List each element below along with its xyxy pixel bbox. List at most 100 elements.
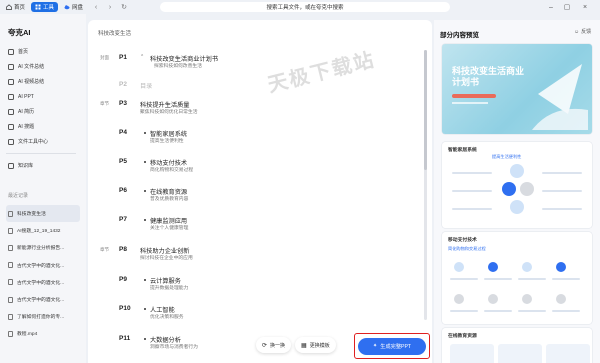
document-icon (8, 210, 13, 217)
preview-title: 部分内容预览 (440, 32, 479, 39)
outline-subtitle[interactable]: 聚焦科技如何优化日常生活 (140, 108, 198, 115)
history-item[interactable]: 了解如何打造你的专... (6, 308, 80, 325)
feedback-icon: ☺ (574, 28, 580, 35)
slide-preview-mobile-pay[interactable]: 移动支付技术 简化购物和交易过程 (442, 232, 592, 324)
tab-home[interactable]: 首页 (2, 2, 29, 12)
history-item-label: 古代文学中的酒文化... (17, 263, 65, 269)
history-item-label: 新能源行业分析报告... (17, 246, 65, 252)
tab-tools[interactable]: 工具 (31, 2, 59, 12)
scrollbar-thumb[interactable] (424, 50, 427, 170)
home-icon (6, 4, 12, 10)
bullet-dot (144, 219, 146, 221)
slide-heading: 智能家居系统 (448, 148, 477, 153)
tab-cloud-drive[interactable]: 网盘 (60, 2, 87, 12)
history-item[interactable]: 新能源行业分析报告... (6, 239, 80, 256)
forward-button[interactable]: › (105, 2, 115, 12)
sidebar-item-label: AI 搜题 (18, 124, 35, 130)
page-number: P5 (119, 158, 127, 165)
back-button[interactable]: ‹ (91, 2, 101, 12)
cover-badge (452, 94, 496, 98)
sidebar-item-video-summary[interactable]: AI 视频总结 (6, 74, 80, 89)
video-file-icon (8, 330, 13, 337)
bullet-dot (144, 308, 146, 310)
history-item-label: 科技改变生活 (17, 212, 46, 218)
sidebar-item-label: 首页 (18, 49, 29, 55)
slide-preview-cover[interactable]: 科技改变生活商业计划书 (442, 44, 592, 134)
text-line (452, 172, 492, 174)
history-item[interactable]: 科技改变生活 (6, 205, 80, 223)
minimize-button[interactable]: – (546, 2, 556, 12)
history-item-label: 教程.mp4 (17, 332, 38, 338)
close-button[interactable]: × (580, 2, 590, 12)
collapse-caret-icon[interactable]: ⌃ (140, 54, 144, 60)
history-title: 最近记录 (8, 193, 29, 199)
outline-scrollbar[interactable] (424, 50, 427, 320)
text-line (542, 190, 582, 192)
outline-panel: 科技改变生活 天极下载站 封面 P1 ⌃ 科技改变生活商业计划书 探索科技如何改… (88, 20, 432, 363)
sidebar-item-resume[interactable]: AI 简历 (6, 104, 80, 119)
sidebar-item-label: AI 简历 (18, 109, 35, 115)
page-number: P3 (119, 100, 127, 107)
question-search-icon (8, 123, 14, 130)
swap-button[interactable]: ⟳ 换一换 (256, 337, 292, 353)
history-item[interactable]: 教程.mp4 (6, 325, 80, 342)
slide-preview-online-education[interactable]: 在线教育资源 (442, 328, 592, 363)
sidebar-item-knowledge-base[interactable]: 知识库 (6, 158, 80, 173)
text-line (452, 208, 492, 210)
outline-subtitle[interactable]: 简化购物和交易过程 (150, 166, 193, 173)
bullet-dot (144, 338, 146, 340)
content-card (450, 344, 494, 363)
maximize-button[interactable]: ▢ (562, 2, 572, 12)
outline-subtitle[interactable]: 洞察市场与消费者行为 (150, 343, 198, 350)
top-bar: 首页 工具 网盘 ‹ › ↻ 搜索工具文件，或在夸克中搜索 – ▢ × (0, 0, 600, 14)
refresh-button[interactable]: ↻ (119, 2, 129, 12)
feedback-button[interactable]: ☺ 反馈 (574, 28, 591, 36)
text-line (552, 310, 580, 312)
diagram-node (556, 294, 566, 304)
outline-subtitle[interactable]: 探讨科技在企业中的应用 (140, 254, 193, 261)
history-item[interactable]: 古代文学中的酒文化... (6, 291, 80, 308)
outline-subtitle[interactable]: 提升数据处理能力 (150, 284, 188, 291)
action-bar: ⟳ 换一换 ▦ 更换模板 (256, 334, 336, 356)
divider (6, 153, 76, 154)
diagram-node (488, 262, 498, 272)
text-line (552, 278, 580, 280)
outline-subtitle[interactable]: 优化决策和服务 (150, 313, 184, 320)
search-input[interactable]: 搜索工具文件，或在夸克中搜索 (160, 2, 450, 12)
content-card (498, 344, 542, 363)
sidebar-item-label: 知识库 (18, 163, 34, 169)
outline-title[interactable]: 目录 (140, 81, 152, 90)
sidebar-item-file-tools[interactable]: 文件工具中心 (6, 134, 80, 149)
outline-subtitle[interactable]: 普及优质教育内容 (150, 195, 188, 202)
sidebar-item-question-search[interactable]: AI 搜题 (6, 119, 80, 134)
cover-line (452, 102, 488, 104)
sparkle-icon: ✦ (372, 343, 378, 349)
bullet-dot (144, 190, 146, 192)
diagram-node (454, 294, 464, 304)
history-item[interactable]: AI搜题_12_19_1432 (6, 222, 80, 239)
refresh-icon: ↻ (121, 4, 127, 11)
page-tag: 章节 (100, 247, 109, 252)
page-number: P7 (119, 216, 127, 223)
history-item[interactable]: 古代文学中的酒文化... (6, 274, 80, 291)
diagram-node (454, 262, 464, 272)
resume-icon (8, 108, 14, 115)
search-text: 搜索工具文件，或在夸克中搜索 (266, 5, 344, 11)
history-item[interactable]: 古代文学中的酒文化... (6, 257, 80, 274)
history-item-label: 了解如何打造你的专... (17, 315, 65, 321)
document-icon (8, 279, 13, 286)
sidebar-item-home[interactable]: 首页 (6, 44, 80, 59)
sidebar-item-file-summary[interactable]: AI 文件总结 (6, 59, 80, 74)
history-item-label: 古代文学中的酒文化... (17, 298, 65, 304)
sidebar-item-ppt[interactable]: AI PPT (6, 89, 80, 104)
outline-subtitle[interactable]: 探索科技如何改善生活 (154, 62, 202, 69)
generate-ppt-button[interactable]: ✦ 生成完整PPT (358, 337, 426, 355)
outline-subtitle[interactable]: 提高生活便利性 (150, 137, 184, 144)
outline-subtitle[interactable]: 关注个人健康管理 (150, 224, 188, 231)
change-template-button[interactable]: ▦ 更换模板 (295, 337, 336, 353)
sidebar-nav: 首页 AI 文件总结 AI 视频总结 AI PPT AI 简历 AI 搜题 文件… (6, 44, 80, 173)
text-line (542, 172, 582, 174)
slide-preview-smart-home[interactable]: 智能家居系统 提高生活便利性 (442, 142, 592, 228)
preview-panel: 部分内容预览 ☺ 反馈 科技改变生活商业计划书 智能家居系统 提高生活便利性 移… (434, 20, 600, 363)
diagram-node (510, 200, 524, 214)
